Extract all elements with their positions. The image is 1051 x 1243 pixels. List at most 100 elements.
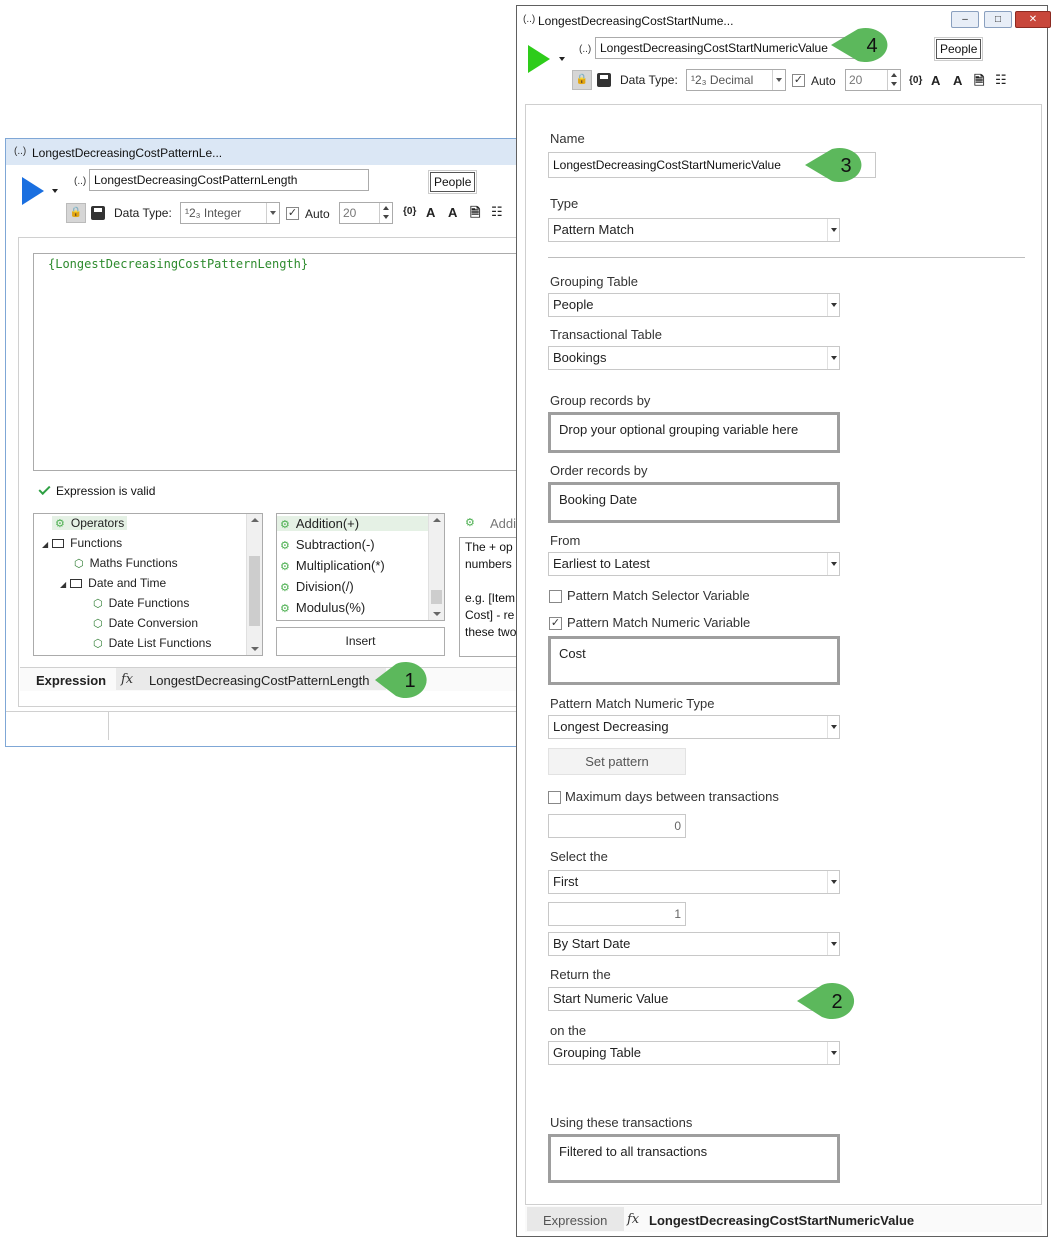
numeric-variable-checkbox[interactable]: ✓ <box>549 617 562 630</box>
scroll-thumb[interactable] <box>431 590 442 604</box>
data-type-label: Data Type: <box>620 73 678 87</box>
run-dropdown-icon[interactable] <box>52 189 58 193</box>
data-type-select[interactable]: ¹2₃ Decimal <box>686 69 786 91</box>
font-size-icon[interactable]: A <box>931 73 940 88</box>
insert-button[interactable]: Insert <box>276 627 445 656</box>
expand-arrow-icon[interactable]: ◢ <box>60 580 66 589</box>
tree-item-functions[interactable]: ◢ Functions <box>42 536 122 550</box>
font-size-icon[interactable]: A <box>426 205 435 220</box>
font-grow-icon[interactable]: A <box>953 73 962 88</box>
function-item-modulus[interactable]: ⚙ Modulus(%) <box>280 600 365 615</box>
chevron-down-icon[interactable] <box>772 70 785 90</box>
folder-icon <box>70 579 83 588</box>
chevron-down-icon[interactable] <box>827 716 839 738</box>
spinner-arrows-icon[interactable] <box>379 203 392 223</box>
tree-item-label: Operators <box>70 516 125 530</box>
callout-2-shape <box>797 983 855 1019</box>
by-select[interactable]: By Start Date <box>548 932 840 956</box>
function-item-addition[interactable]: ⚙ Addition(+) <box>277 516 429 531</box>
chevron-down-icon[interactable] <box>827 294 839 316</box>
tree-item-date-list-functions[interactable]: ⬡ Date List Functions <box>93 636 211 650</box>
transactional-table-select[interactable]: Bookings <box>548 346 840 370</box>
scroll-up-icon[interactable] <box>433 518 441 522</box>
scroll-up-icon[interactable] <box>251 518 259 522</box>
scroll-down-icon[interactable] <box>251 647 259 651</box>
chevron-down-icon[interactable] <box>827 553 839 575</box>
tree-item-date-conversion[interactable]: ⬡ Date Conversion <box>93 616 198 630</box>
tab-expression[interactable]: Expression <box>36 673 106 688</box>
right-window-titlebar[interactable]: (..) LongestDecreasingCostStartNume... –… <box>517 6 1051 34</box>
select-count-input[interactable]: 1 <box>548 902 686 926</box>
tree-item-date-and-time[interactable]: ◢ Date and Time <box>60 576 166 590</box>
tree-item-operators[interactable]: ⚙ Operators <box>52 516 128 530</box>
braces-icon[interactable]: {0} <box>403 206 416 217</box>
function-list[interactable]: ⚙ Addition(+) ⚙ Subtraction(-) ⚙ Multiplica… <box>276 513 445 621</box>
maximize-button[interactable]: □ <box>984 11 1012 28</box>
group-records-dropzone[interactable]: Drop your optional grouping variable her… <box>548 412 840 453</box>
numeric-type-select[interactable]: Longest Decreasing <box>548 715 840 739</box>
select-the-select[interactable]: First <box>548 870 840 894</box>
category-tree[interactable]: ⚙ Operators ◢ Functions ⬡ Maths Functions ◢… <box>33 513 263 656</box>
by-value: By Start Date <box>553 936 631 951</box>
people-button[interactable]: People <box>933 37 984 61</box>
data-type-select[interactable]: ¹2₃ Integer <box>180 202 280 224</box>
hierarchy-icon[interactable]: ☷ <box>491 204 503 220</box>
grouping-table-select[interactable]: People <box>548 293 840 317</box>
lock-icon[interactable]: 🔒 <box>66 203 86 223</box>
close-button[interactable]: ✕ <box>1015 11 1051 28</box>
numeric-variable-dropzone[interactable]: Cost <box>548 636 840 685</box>
selector-variable-checkbox[interactable] <box>549 590 562 603</box>
function-item-subtraction[interactable]: ⚙ Subtraction(-) <box>280 537 375 552</box>
run-icon[interactable] <box>528 45 550 73</box>
braces-icon[interactable]: {0} <box>909 75 922 86</box>
auto-checkbox[interactable]: ✓ <box>792 74 805 87</box>
chevron-down-icon[interactable] <box>827 1042 839 1064</box>
tree-item-date-functions[interactable]: ⬡ Date Functions <box>93 596 189 610</box>
scroll-down-icon[interactable] <box>433 612 441 616</box>
tab-variable-name[interactable]: LongestDecreasingCostStartNumericValue <box>649 1213 914 1228</box>
spinner-arrows-icon[interactable] <box>887 70 900 90</box>
tree-item-maths-functions[interactable]: ⬡ Maths Functions <box>74 556 178 570</box>
run-dropdown-icon[interactable] <box>559 57 565 61</box>
function-item-multiplication[interactable]: ⚙ Multiplication(*) <box>280 558 385 573</box>
auto-checkbox[interactable]: ✓ <box>286 207 299 220</box>
document-icon[interactable]: 🗎 <box>974 72 984 94</box>
font-grow-icon[interactable]: A <box>448 205 457 220</box>
hierarchy-icon[interactable]: ☷ <box>995 72 1007 88</box>
lock-icon[interactable]: 🔒 <box>572 70 592 90</box>
chevron-down-icon[interactable] <box>827 219 839 241</box>
function-list-scrollbar[interactable] <box>428 514 444 620</box>
max-days-checkbox[interactable] <box>548 791 561 804</box>
max-days-input[interactable]: 0 <box>548 814 686 838</box>
auto-label: Auto <box>811 74 836 88</box>
expression-editor[interactable]: {LongestDecreasingCostPatternLength} <box>33 253 524 471</box>
chevron-down-icon[interactable] <box>827 347 839 369</box>
save-icon[interactable] <box>91 206 105 220</box>
on-the-select[interactable]: Grouping Table <box>548 1041 840 1065</box>
tab-expression[interactable]: Expression <box>543 1213 607 1228</box>
set-pattern-button[interactable]: Set pattern <box>548 748 686 775</box>
size-spinner[interactable]: 20 <box>845 69 901 91</box>
people-button[interactable]: People <box>427 170 478 194</box>
chevron-down-icon[interactable] <box>827 933 839 955</box>
chevron-down-icon[interactable] <box>827 871 839 893</box>
expand-arrow-icon[interactable]: ◢ <box>42 540 48 549</box>
run-icon[interactable] <box>22 177 44 205</box>
function-item-division[interactable]: ⚙ Division(/) <box>280 579 354 594</box>
variable-name-input[interactable]: LongestDecreasingCostPatternLength <box>89 169 369 191</box>
from-select[interactable]: Earliest to Latest <box>548 552 840 576</box>
tree-scrollbar[interactable] <box>246 514 262 655</box>
fx-icon: fx <box>121 672 134 687</box>
tree-item-label: Date Functions <box>108 596 190 610</box>
using-transactions-dropzone[interactable]: Filtered to all transactions <box>548 1134 840 1183</box>
type-select[interactable]: Pattern Match <box>548 218 840 242</box>
minimize-button[interactable]: – <box>951 11 979 28</box>
order-records-dropzone[interactable]: Booking Date <box>548 482 840 523</box>
save-icon[interactable] <box>597 73 611 87</box>
left-window-titlebar[interactable]: (..) LongestDecreasingCostPatternLe... <box>6 139 522 165</box>
variable-name-input[interactable]: LongestDecreasingCostStartNumericValue <box>595 37 855 59</box>
chevron-down-icon[interactable] <box>266 203 279 223</box>
scroll-thumb[interactable] <box>249 556 260 626</box>
size-spinner[interactable]: 20 <box>339 202 393 224</box>
document-icon[interactable]: 🗎 <box>470 204 480 226</box>
